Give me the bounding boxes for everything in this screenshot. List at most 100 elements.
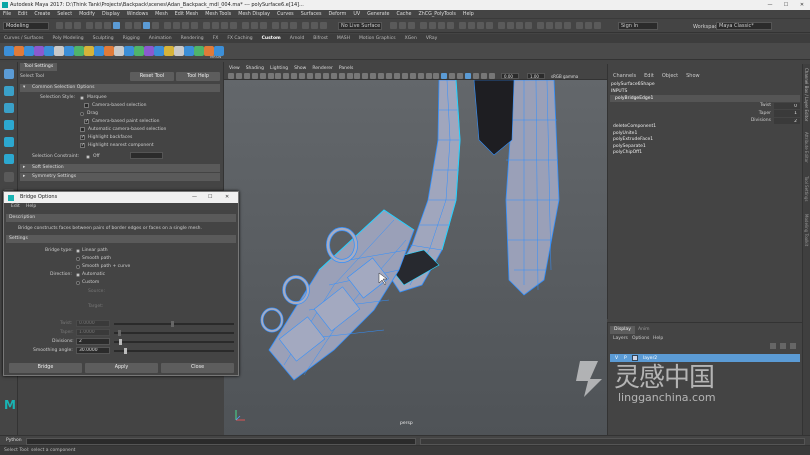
select-hierarchy-icon[interactable] [104,22,111,29]
viewport-menu-panels[interactable]: Panels [339,66,353,71]
menu-help[interactable]: Help [463,12,474,17]
viewport-tool-icon-29[interactable] [449,73,456,79]
snap-surface-icon[interactable] [212,22,219,29]
viewport-tool-icon-24[interactable] [409,73,416,79]
taper-field[interactable]: 1.0000 [76,329,110,336]
shelf-tool-icon-19[interactable] [184,46,194,56]
viewport-menu-show[interactable]: Show [294,66,306,71]
tumble-icon[interactable] [438,22,445,29]
menu-edit[interactable]: Edit [18,12,27,17]
auto-camera-checkbox[interactable] [80,127,85,132]
viewport-tool-icon-2[interactable] [235,73,242,79]
channel-box-side-tab[interactable]: Channel Box / Layer Editor [804,68,809,121]
shelf-tool-icon-4[interactable] [34,46,44,56]
object-icon[interactable] [429,22,436,29]
reflection-icon[interactable] [420,22,427,29]
highlight-backfaces-checkbox[interactable]: ✓ [80,135,85,140]
shelf-tab-curves-surfaces[interactable]: Curves / Surfaces [4,36,44,41]
wireframe-icon[interactable] [507,22,514,29]
viewport-tool-icon-27[interactable] [433,73,440,79]
zoom-icon[interactable] [468,22,475,29]
apply-button[interactable]: Apply [85,363,158,373]
symmetry-icon[interactable] [399,22,406,29]
shelf-tab-xgen[interactable]: XGen [405,36,417,41]
track-icon[interactable] [447,22,454,29]
shape-node-name[interactable]: polySurface6Shape [611,82,655,87]
command-input[interactable] [26,437,416,445]
viewport-tool-icon-21[interactable] [386,73,392,79]
grid-icon[interactable] [576,22,583,29]
description-header[interactable]: Description [6,214,236,222]
history-node-2[interactable]: polyUnite1 [613,131,637,136]
viewport-tool-icon-31[interactable] [465,73,471,79]
smooth-curve-radio[interactable] [76,264,80,269]
shelf-tool-icon-1[interactable] [4,46,14,56]
new-layer-icon[interactable] [770,343,776,349]
xform-icon[interactable] [390,22,397,29]
menu-generate[interactable]: Generate [367,12,389,17]
custom-radio[interactable] [76,280,80,285]
close-window-button[interactable]: ✕ [794,0,810,10]
viewport-tool-icon-25[interactable] [417,73,424,79]
construction-icon[interactable] [251,22,258,29]
shelf-tool-icon-18[interactable] [174,46,184,56]
drag-radio[interactable] [80,111,84,116]
channel-value-twist[interactable]: 0 [774,102,800,109]
viewport-menu-renderer[interactable]: Renderer [312,66,333,71]
channel-value-divisions[interactable]: 2 [774,117,800,124]
shelf-tab-poly-modeling[interactable]: Poly Modeling [53,36,84,41]
snap-plane-icon[interactable] [203,22,210,29]
viewport-tool-icon-32[interactable] [472,73,479,79]
viewport-menu-lighting[interactable]: Lighting [270,66,288,71]
render-view-icon[interactable] [302,22,309,29]
viewport-tool-icon-7[interactable] [275,73,282,79]
shelf-tab-sculpting[interactable]: Sculpting [93,36,114,41]
aa-icon[interactable] [555,22,562,29]
layer-options-icon[interactable] [790,343,796,349]
shelf-tab-custom[interactable]: Custom [262,36,281,41]
viewport-tool-icon-14[interactable] [330,73,337,79]
select-component-icon[interactable] [125,22,132,29]
shelf-tool-icon-8[interactable] [74,46,84,56]
viewport-tool-icon-13[interactable] [322,73,329,79]
viewport-menu-shading[interactable]: Shading [246,66,264,71]
twist-slider[interactable] [114,321,234,327]
viewport-tool-icon-3[interactable] [243,73,250,79]
redo-icon[interactable] [95,22,102,29]
shelf-tool-icon-5[interactable] [44,46,54,56]
shelf-tab-arnold[interactable]: Arnold [290,36,305,41]
taper-slider[interactable] [114,330,234,336]
shelf-tool-icon-9[interactable] [84,46,94,56]
channel-value-taper[interactable]: 1 [774,110,800,117]
open-scene-icon[interactable] [65,22,72,29]
tool-settings-side-tab[interactable]: Tool Settings [804,176,809,201]
shelf-tool-icon-21[interactable] [204,46,214,56]
output-ops-icon[interactable] [242,22,249,29]
viewport-tool-icon-34[interactable] [488,73,495,79]
minimize-button[interactable]: — [762,0,778,10]
viewport-tool-icon-22[interactable] [393,73,400,79]
history-node-3[interactable]: polyExtrudeFace1 [613,137,653,142]
lasso-tool-icon[interactable] [4,86,14,96]
menu-mesh-display[interactable]: Mesh Display [238,12,270,17]
new-layer-selected-icon[interactable] [780,343,786,349]
viewport-menu-view[interactable]: View [229,66,240,71]
viewport-tool-icon-23[interactable] [401,73,408,79]
viewport-tool-icon-15[interactable] [338,73,345,79]
move-tool-icon[interactable] [4,120,14,130]
maximize-button[interactable]: ☐ [778,0,794,10]
camera-based-selection-checkbox[interactable] [84,103,89,108]
frame-all-icon[interactable] [477,22,484,29]
options-menu[interactable]: Options [632,336,649,341]
shelf-tool-icon-14[interactable] [134,46,144,56]
shelf-tab-fx-caching[interactable]: FX Caching [227,36,252,41]
menu-zhcg-polytools[interactable]: ZhCG_PolyTools [418,12,455,17]
object-menu[interactable]: Object [662,73,678,79]
bridge-menu-edit[interactable]: Edit [11,204,20,209]
menu-set-dropdown[interactable]: Modeling [3,22,49,30]
shelf-tab-fx[interactable]: FX [213,36,219,41]
shelf-tab-rendering[interactable]: Rendering [181,36,204,41]
render-ipr-icon[interactable] [272,22,279,29]
history-node-4[interactable]: polySeparate1 [613,144,646,149]
reset-tool-button[interactable]: Reset Tool [130,72,174,81]
